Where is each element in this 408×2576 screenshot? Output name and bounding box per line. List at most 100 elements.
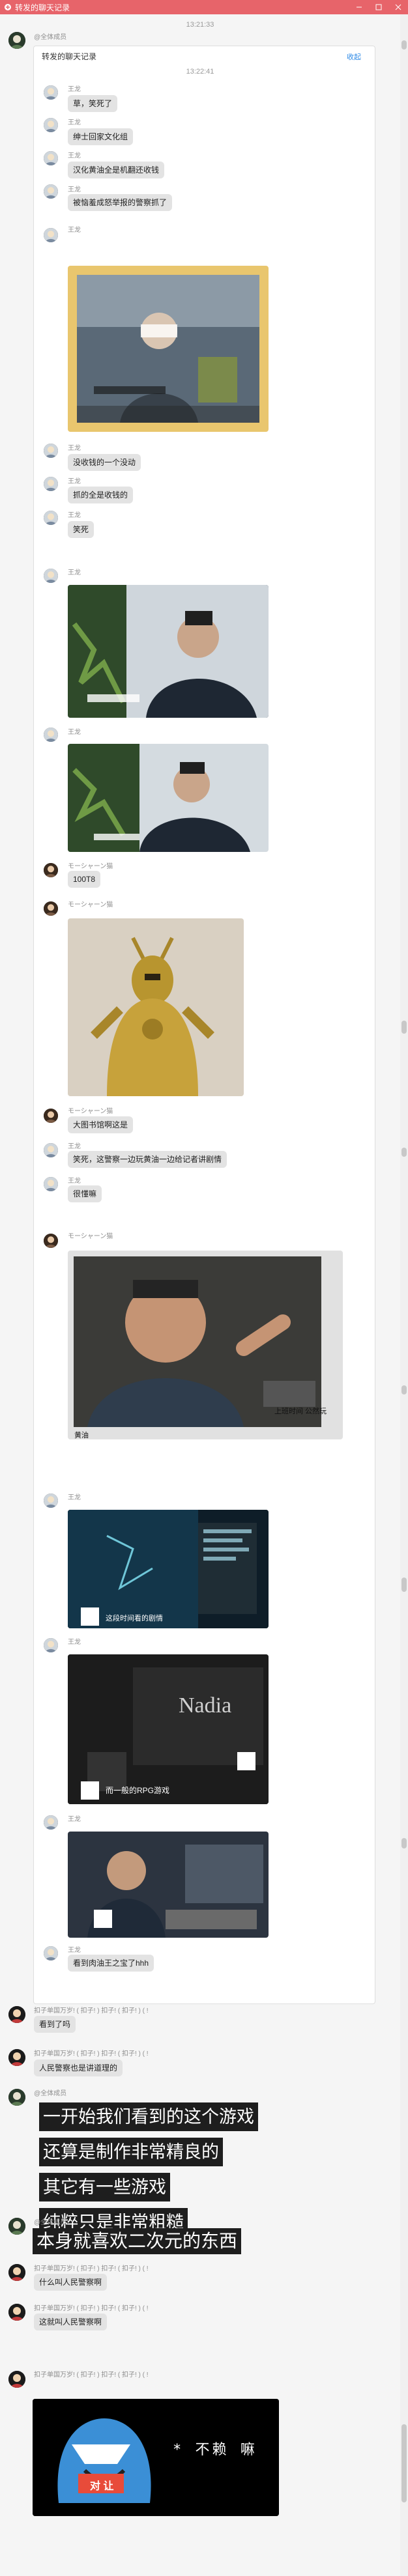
- avatar[interactable]: [44, 1493, 58, 1508]
- message-bubble[interactable]: 大图书馆啊这是: [68, 1116, 134, 1133]
- avatar[interactable]: [44, 863, 58, 877]
- avatar[interactable]: [8, 2304, 25, 2321]
- message-bubble[interactable]: 很懂嘛: [68, 1185, 102, 1202]
- avatar[interactable]: [44, 901, 58, 916]
- scrollbar-marker: [401, 1385, 407, 1394]
- avatar[interactable]: [44, 1638, 58, 1652]
- sender-name: 王龙: [68, 227, 81, 234]
- message-bubble[interactable]: 看到了吗: [34, 2016, 76, 2033]
- sender-name: モーシャーン猫: [68, 863, 113, 870]
- scrollbar[interactable]: [400, 14, 408, 2576]
- minimize-button[interactable]: [349, 0, 369, 14]
- game-title: Nadia: [179, 1693, 232, 1718]
- scrollbar-marker: [401, 1148, 407, 1157]
- sender-name: @全体成员: [34, 34, 67, 41]
- avatar[interactable]: [8, 2006, 25, 2023]
- message-bubble[interactable]: 笑死: [68, 521, 95, 538]
- message-bubble[interactable]: 什么叫人民警察啊: [34, 2274, 108, 2291]
- photo-caption: 而一般的RPG游戏: [106, 1786, 170, 1795]
- avatar[interactable]: [8, 2049, 25, 2066]
- sender-name: @全体成员: [34, 2219, 67, 2226]
- sender-name: 王龙: [68, 1639, 81, 1646]
- sender-name: 王龙: [68, 86, 81, 93]
- avatar[interactable]: [44, 1109, 58, 1123]
- scrollbar-thumb[interactable]: [401, 40, 407, 50]
- avatar[interactable]: [44, 151, 58, 165]
- sender-name: 王龙: [68, 119, 81, 126]
- scrollbar-marker: [401, 1838, 407, 1848]
- avatar[interactable]: [44, 228, 58, 242]
- sender-name: 王龙: [68, 1947, 81, 1954]
- photo-monitor-nadia[interactable]: Nadia 而一般的RPG游戏: [68, 1654, 269, 1804]
- avatar[interactable]: [8, 2371, 25, 2388]
- message-bubble[interactable]: 100T8: [68, 871, 101, 888]
- message-bubble[interactable]: 这就叫人民警察啊: [34, 2314, 108, 2330]
- photo-caption-secondary: 黄油: [74, 1432, 89, 1439]
- sender-name: 王龙: [68, 445, 81, 452]
- sender-name: 扣子单国万岁! ( 扣子! ) 扣子! ( 扣子! ) ( !: [34, 2265, 149, 2272]
- photo-game-screen[interactable]: 这段时间看的剧情: [68, 1510, 269, 1628]
- message-bubble[interactable]: 汉化黄油全是机翻还收钱: [68, 162, 165, 178]
- collapse-link[interactable]: 收起: [347, 51, 361, 62]
- sender-name: モーシャーン猫: [68, 901, 113, 909]
- timestamp: 13:21:33: [186, 21, 214, 29]
- scrollbar-marker: [401, 2424, 407, 2502]
- message-bubble[interactable]: 看到肉油王之宝了hhh: [68, 1955, 154, 1972]
- photo-smiling-officer[interactable]: 上班时间 公然玩 黄油: [68, 1251, 343, 1439]
- photo-golden-knight[interactable]: [68, 918, 244, 1096]
- sender-name: 王龙: [68, 569, 81, 576]
- avatar[interactable]: [44, 728, 58, 742]
- photo-police-officer-2[interactable]: [68, 744, 269, 852]
- avatar[interactable]: [8, 2218, 25, 2235]
- sticker-image[interactable]: 对 让 * 不赖 嘛: [33, 2399, 279, 2516]
- photo-caption: 上班时间 公然玩: [274, 1408, 327, 1415]
- close-button[interactable]: [388, 0, 408, 14]
- avatar[interactable]: [44, 477, 58, 491]
- avatar[interactable]: [44, 569, 58, 583]
- message-bubble[interactable]: 人民警察也是讲道理的: [34, 2059, 123, 2076]
- avatar[interactable]: [44, 1234, 58, 1248]
- minimize-icon: [357, 7, 362, 8]
- scrollbar-marker: [401, 1578, 407, 1592]
- avatar[interactable]: [44, 184, 58, 199]
- sender-name: モーシャーン猫: [68, 1233, 113, 1240]
- sticker-badge: 对 让: [90, 2481, 114, 2492]
- photo-police-officer-1[interactable]: [68, 585, 269, 718]
- photo-interrogation[interactable]: [68, 266, 269, 432]
- avatar[interactable]: [8, 2089, 25, 2106]
- window-title: 转发的聊天记录: [15, 3, 70, 12]
- avatar[interactable]: [44, 444, 58, 458]
- sender-name: 王龙: [68, 478, 81, 485]
- message-bubble[interactable]: 抓的全是收钱的: [68, 487, 134, 503]
- avatar[interactable]: [44, 1946, 58, 1960]
- message-text-image[interactable]: 本身就喜欢二次元的东西: [33, 2228, 242, 2254]
- card-title: 转发的聊天记录: [42, 52, 97, 61]
- avatar[interactable]: [44, 1177, 58, 1191]
- message-text-image-line[interactable]: 其它有一些游戏: [39, 2173, 170, 2201]
- sender-name: 扣子单国万岁! ( 扣子! ) 扣子! ( 扣子! ) ( !: [34, 2050, 149, 2058]
- sender-name: 王龙: [68, 1816, 81, 1823]
- maximize-button[interactable]: [369, 0, 388, 14]
- photo-officer-at-desk[interactable]: [68, 1832, 269, 1938]
- app-icon: [5, 4, 11, 10]
- sender-name: 扣子单国万岁! ( 扣子! ) 扣子! ( 扣子! ) ( !: [34, 2305, 149, 2312]
- message-bubble[interactable]: 没收钱的一个没动: [68, 454, 141, 471]
- sender-name: 王龙: [68, 1178, 81, 1185]
- avatar[interactable]: [44, 1143, 58, 1157]
- avatar[interactable]: [8, 32, 25, 49]
- message-bubble[interactable]: 草，笑死了: [68, 95, 118, 112]
- message-bubble[interactable]: 绅士回家文化组: [68, 128, 134, 145]
- avatar[interactable]: [44, 118, 58, 132]
- avatar[interactable]: [44, 511, 58, 525]
- message-text-image-line[interactable]: 一开始我们看到的这个游戏: [39, 2102, 258, 2131]
- sender-name: @全体成员: [34, 2090, 67, 2097]
- avatar[interactable]: [44, 85, 58, 100]
- sender-name: モーシャーン猫: [68, 1108, 113, 1115]
- avatar[interactable]: [44, 1815, 58, 1830]
- close-icon: [395, 4, 401, 10]
- message-bubble[interactable]: 笑死，这警察一边玩黄油一边给记者讲剧情: [68, 1151, 227, 1168]
- message-text-image-line[interactable]: 还算是制作非常精良的: [39, 2138, 223, 2166]
- message-bubble[interactable]: 被恼羞成怒举报的警察抓了: [68, 194, 173, 211]
- avatar[interactable]: [8, 2264, 25, 2281]
- sender-name: 王龙: [68, 152, 81, 160]
